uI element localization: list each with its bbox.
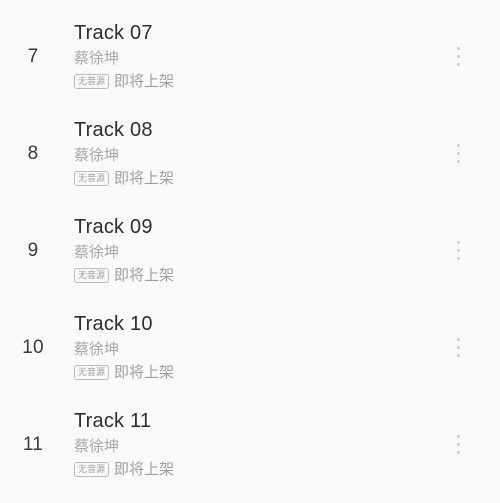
menu-dot — [456, 152, 460, 155]
track-title: Track 08 — [74, 119, 153, 141]
track-row[interactable]: 11 Track 11 蔡徐坤 无音源 即将上架 — [0, 404, 500, 485]
menu-dot — [456, 63, 460, 66]
track-artist: 蔡徐坤 — [74, 438, 120, 455]
track-status-line: 无音源 即将上架 — [74, 266, 435, 286]
menu-dot — [456, 241, 460, 244]
track-status-line: 无音源 即将上架 — [74, 72, 435, 92]
no-audio-source-badge: 无音源 — [74, 364, 110, 380]
menu-dot — [456, 451, 460, 454]
track-index: 9 — [27, 240, 39, 261]
menu-dot — [456, 160, 460, 163]
track-info: Track 09 蔡徐坤 无音源 即将上架 — [66, 215, 435, 286]
track-artist: 蔡徐坤 — [74, 50, 120, 67]
more-vertical-icon[interactable] — [435, 124, 481, 184]
track-row[interactable]: 7 Track 07 蔡徐坤 无音源 即将上架 — [0, 16, 500, 97]
menu-dot — [456, 55, 460, 58]
menu-dot — [456, 47, 460, 50]
menu-dot — [456, 443, 460, 446]
no-audio-source-badge: 无音源 — [74, 73, 110, 89]
track-info: Track 08 蔡徐坤 无音源 即将上架 — [66, 118, 435, 189]
track-artist: 蔡徐坤 — [74, 341, 120, 358]
track-status-text: 即将上架 — [114, 461, 175, 478]
track-index: 10 — [22, 337, 44, 358]
menu-dot — [456, 346, 460, 349]
no-audio-source-badge: 无音源 — [74, 461, 110, 477]
track-artist: 蔡徐坤 — [74, 147, 120, 164]
more-vertical-icon[interactable] — [435, 221, 481, 281]
track-status-text: 即将上架 — [114, 170, 175, 187]
track-status-text: 即将上架 — [114, 73, 175, 90]
track-row[interactable]: 8 Track 08 蔡徐坤 无音源 即将上架 — [0, 113, 500, 194]
more-vertical-icon[interactable] — [435, 27, 481, 87]
track-info: Track 07 蔡徐坤 无音源 即将上架 — [66, 21, 435, 92]
track-status-text: 即将上架 — [114, 364, 175, 381]
no-audio-source-badge: 无音源 — [74, 267, 110, 283]
track-list: 7 Track 07 蔡徐坤 无音源 即将上架 8 Track 08 蔡徐坤 无… — [0, 0, 500, 485]
track-status-line: 无音源 即将上架 — [74, 363, 435, 383]
more-vertical-icon[interactable] — [435, 415, 481, 475]
menu-dot — [456, 144, 460, 147]
track-row[interactable]: 10 Track 10 蔡徐坤 无音源 即将上架 — [0, 307, 500, 388]
track-artist: 蔡徐坤 — [74, 244, 120, 261]
track-index: 7 — [27, 46, 39, 67]
more-vertical-icon[interactable] — [435, 318, 481, 378]
track-status-line: 无音源 即将上架 — [74, 169, 435, 189]
menu-dot — [456, 435, 460, 438]
no-audio-source-badge: 无音源 — [74, 170, 110, 186]
track-info: Track 10 蔡徐坤 无音源 即将上架 — [66, 312, 435, 383]
track-title: Track 07 — [74, 22, 153, 44]
menu-dot — [456, 338, 460, 341]
track-status-text: 即将上架 — [114, 267, 175, 284]
track-info: Track 11 蔡徐坤 无音源 即将上架 — [66, 409, 435, 480]
menu-dot — [456, 354, 460, 357]
menu-dot — [456, 257, 460, 260]
track-status-line: 无音源 即将上架 — [74, 460, 435, 480]
track-title: Track 11 — [74, 410, 152, 432]
track-index: 11 — [22, 434, 44, 455]
menu-dot — [456, 249, 460, 252]
track-index: 8 — [27, 143, 39, 164]
track-title: Track 09 — [74, 216, 153, 238]
track-row[interactable]: 9 Track 09 蔡徐坤 无音源 即将上架 — [0, 210, 500, 291]
track-title: Track 10 — [74, 313, 153, 335]
